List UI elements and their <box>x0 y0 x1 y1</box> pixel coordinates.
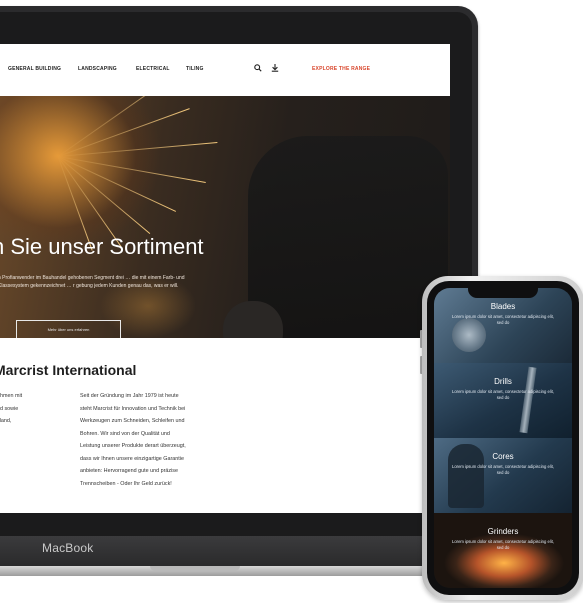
about-text-right: Seit der Gründung im Jahr 1979 ist heute… <box>80 393 186 487</box>
panel-title: Cores <box>492 452 514 461</box>
section-title: Marcrist International <box>0 362 137 378</box>
phone-frame: Blades Lorem ipsum dolor sit amet, conse… <box>422 276 583 600</box>
download-icon[interactable] <box>271 64 279 74</box>
hero-worker-figure <box>248 136 448 338</box>
laptop-base-notch <box>150 566 240 571</box>
panel-title: Grinders <box>487 527 519 536</box>
about-section: Marcrist International nehmen mit and so… <box>0 338 450 513</box>
search-icon[interactable] <box>254 64 262 74</box>
phone-notch <box>468 288 538 298</box>
phone-screen: Blades Lorem ipsum dolor sit amet, conse… <box>434 288 572 588</box>
hero-text: n Profianwender im Bauhandel gehobenen S… <box>0 275 185 289</box>
hero-cta-button[interactable]: Mehr über uns erfahren <box>16 320 121 338</box>
explore-range-link[interactable]: EXPLORE THE RANGE <box>312 66 370 72</box>
laptop-screen: GENERAL BUILDING LANDSCAPING ELECTRICAL … <box>0 44 450 513</box>
laptop-base <box>0 566 490 576</box>
hero-title: n Sie unser Sortiment <box>0 234 204 259</box>
category-panel-grinders[interactable]: Grinders Lorem ipsum dolor sit amet, con… <box>434 513 572 588</box>
panel-text: Lorem ipsum dolor sit amet, consectetur … <box>452 464 554 475</box>
nav-item-tiling[interactable]: TILING <box>186 66 204 72</box>
panel-text: Lorem ipsum dolor sit amet, consectetur … <box>452 314 554 325</box>
hero-banner: n Sie unser Sortiment n Profianwender im… <box>0 96 450 338</box>
nav-item-general-building[interactable]: GENERAL BUILDING <box>8 66 61 72</box>
category-panel-cores[interactable]: Cores Lorem ipsum dolor sit amet, consec… <box>434 438 572 513</box>
about-text-left: nehmen mit and sowie chland, n, . <box>0 393 23 424</box>
site-navbar: GENERAL BUILDING LANDSCAPING ELECTRICAL … <box>0 44 450 96</box>
category-panel-blades[interactable]: Blades Lorem ipsum dolor sit amet, conse… <box>434 288 572 363</box>
panel-title: Blades <box>490 302 516 311</box>
panel-text: Lorem ipsum dolor sit amet, consectetur … <box>452 389 554 400</box>
laptop-brand-label: MacBook <box>42 541 94 555</box>
nav-item-landscaping[interactable]: LANDSCAPING <box>78 66 117 72</box>
panel-title: Drills <box>494 377 512 386</box>
nav-item-electrical[interactable]: ELECTRICAL <box>136 66 170 72</box>
panel-text: Lorem ipsum dolor sit amet, consectetur … <box>452 539 554 550</box>
category-panel-drills[interactable]: Drills Lorem ipsum dolor sit amet, conse… <box>434 363 572 438</box>
